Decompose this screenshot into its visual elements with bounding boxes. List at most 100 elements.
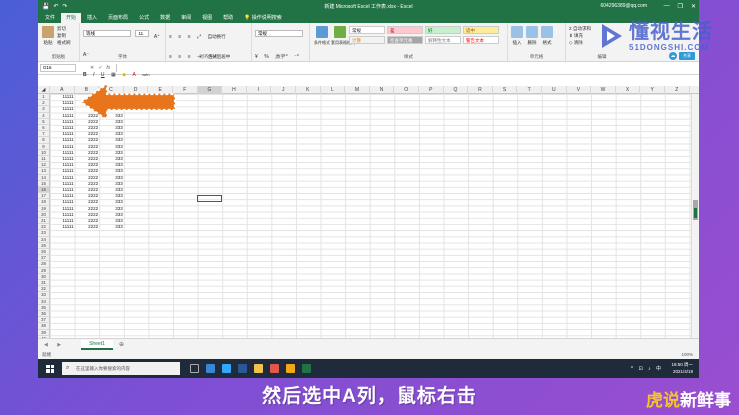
brand-part1: 虎说 <box>646 391 680 410</box>
column-header-g[interactable]: G <box>197 86 223 94</box>
column-header-l[interactable]: L <box>321 86 346 94</box>
cell-style-2[interactable]: 好 <box>425 26 461 34</box>
underline-button[interactable]: U <box>101 72 105 79</box>
folder-icon[interactable] <box>254 364 263 373</box>
align-bottom-icon[interactable]: ≡ <box>188 34 191 41</box>
cell-style-6[interactable]: 解释性文本 <box>425 36 461 44</box>
formula-input[interactable] <box>116 64 697 72</box>
font-name-select[interactable]: 等线 <box>83 30 131 38</box>
column-header-h[interactable]: H <box>222 86 247 94</box>
photoshop-icon[interactable] <box>222 364 231 373</box>
tab-page-layout[interactable]: 页面布局 <box>103 13 133 23</box>
copy-button[interactable]: 复制 <box>57 32 71 39</box>
tab-data[interactable]: 数据 <box>155 13 175 23</box>
vertical-scrollbar[interactable] <box>691 94 699 338</box>
column-header-t[interactable]: T <box>517 86 542 94</box>
cell-style-0[interactable]: 常规 <box>349 26 385 34</box>
autosum-label: 自动求和 <box>573 26 592 31</box>
tab-view[interactable]: 视图 <box>197 13 217 23</box>
cell-style-5[interactable]: 检查单元格 <box>387 36 423 44</box>
system-tray-icons[interactable]: ^ ⊡ ♪ 中 <box>631 365 663 372</box>
tab-file[interactable]: 文件 <box>40 13 60 23</box>
account-name[interactable]: 604296389@qq.com <box>601 3 648 9</box>
sheet-nav-icons[interactable]: ◀ ▶ <box>44 342 65 348</box>
font-size-select[interactable]: 11 <box>135 30 150 38</box>
worksheet-grid[interactable]: ◢ ABCDEFGHIJKLMNOPQRSTUVWXYZ 1 2 3 4 5 6 7 8 9 10… <box>38 86 699 338</box>
brand-logo: 虎说新鲜事 <box>646 386 731 411</box>
column-header-k[interactable]: K <box>296 86 321 94</box>
format-painter-button[interactable]: 格式刷 <box>57 39 71 46</box>
column-header-s[interactable]: S <box>493 86 518 94</box>
column-header-w[interactable]: W <box>591 86 616 94</box>
sheet-tab-sheet1[interactable]: Sheet1 <box>81 339 113 350</box>
grow-font-button[interactable]: A⁺ <box>154 34 160 41</box>
column-header-v[interactable]: V <box>567 86 592 94</box>
cell-style-1[interactable]: 差 <box>387 26 423 34</box>
taskbar-search-input[interactable]: 在这里输入你要搜索的内容 <box>62 362 180 375</box>
group-label-font: 字体 <box>118 54 127 59</box>
cut-button[interactable]: 剪切 <box>57 25 71 32</box>
minimize-icon[interactable]: — <box>664 3 670 10</box>
taskbar-clock[interactable]: 18:50 周一 2021/4/19 <box>671 361 693 375</box>
phonetic-button[interactable]: wén <box>142 71 149 78</box>
tab-formulas[interactable]: 公式 <box>134 13 154 23</box>
wrap-text-button[interactable]: 自动换行 <box>208 34 226 39</box>
column-header-p[interactable]: P <box>419 86 444 94</box>
column-header-x[interactable]: X <box>616 86 641 94</box>
zoom-level[interactable]: 100% <box>681 350 693 359</box>
group-styles: 条件格式 套用表格格式 常规差好适中 计算 检查单元格 解释性文本 警告文本 样式 <box>310 23 508 61</box>
add-sheet-icon[interactable]: ⊕ <box>119 341 124 348</box>
tell-me-search[interactable]: 💡 操作说明搜索 <box>239 13 287 23</box>
number-format-select[interactable]: 常规 <box>255 30 303 38</box>
italic-button[interactable]: I <box>93 72 94 79</box>
cell-value[interactable]: 333 <box>99 224 124 230</box>
group-alignment: ≡ ≡ ≡ ⤢ 自动换行 ≡ ≡ ≡ ⇥ 合并后居中 对齐方式 <box>166 23 252 61</box>
orientation-icon[interactable]: ⤢ <box>197 34 201 41</box>
cell-style-3[interactable]: 适中 <box>463 26 499 34</box>
tab-help[interactable]: 帮助 <box>218 13 238 23</box>
column-header-a[interactable]: A <box>50 86 75 94</box>
align-middle-icon[interactable]: ≡ <box>178 34 181 41</box>
excel-icon[interactable] <box>302 364 311 373</box>
task-view-icon[interactable] <box>190 364 199 373</box>
cell-gridlines <box>50 94 691 338</box>
column-header-i[interactable]: I <box>247 86 272 94</box>
chrome-icon[interactable] <box>270 364 279 373</box>
restore-icon[interactable]: ❐ <box>678 3 683 10</box>
column-header-m[interactable]: M <box>345 86 370 94</box>
select-all-corner[interactable]: ◢ <box>38 86 50 94</box>
active-cell-selection[interactable] <box>197 195 222 202</box>
title-bar: 💾 ↶ ↷ 新建 Microsoft Excel 工作表.xlsx - Exce… <box>38 0 699 12</box>
cell-style-4[interactable]: 计算 <box>349 36 385 44</box>
browser-icon[interactable] <box>206 364 215 373</box>
app-icon[interactable] <box>238 364 247 373</box>
column-header-u[interactable]: U <box>542 86 567 94</box>
column-header-r[interactable]: R <box>468 86 493 94</box>
paste-button[interactable]: 粘贴 <box>41 25 55 46</box>
font-color-icon[interactable]: A <box>133 72 136 79</box>
column-header-z[interactable]: Z <box>665 86 690 94</box>
cell-value[interactable]: 2222 <box>75 224 100 230</box>
cell-style-7[interactable]: 警告文本 <box>463 36 499 44</box>
tab-home[interactable]: 开始 <box>61 13 82 23</box>
fill-color-icon[interactable]: ◆ <box>122 72 126 79</box>
windows-start-icon[interactable] <box>46 364 54 373</box>
format-cells-label: 格式 <box>542 40 552 45</box>
cell-value[interactable]: 11111 <box>50 224 75 230</box>
close-icon[interactable]: ✕ <box>691 3 696 10</box>
column-header-y[interactable]: Y <box>640 86 665 94</box>
border-icon[interactable]: ▦ <box>111 72 116 79</box>
name-box[interactable]: G16 <box>40 64 76 72</box>
delete-cells-icon <box>526 26 538 38</box>
bold-button[interactable]: B <box>83 72 87 79</box>
column-header-n[interactable]: N <box>370 86 395 94</box>
play-logo-icon <box>602 24 622 48</box>
tab-insert[interactable]: 插入 <box>82 13 102 23</box>
tell-me-label: 操作说明搜索 <box>251 15 282 21</box>
media-icon[interactable] <box>286 364 295 373</box>
column-header-j[interactable]: J <box>271 86 296 94</box>
align-top-icon[interactable]: ≡ <box>169 34 172 41</box>
column-header-o[interactable]: O <box>394 86 419 94</box>
column-header-q[interactable]: Q <box>444 86 469 94</box>
tab-review[interactable]: 审阅 <box>176 13 196 23</box>
